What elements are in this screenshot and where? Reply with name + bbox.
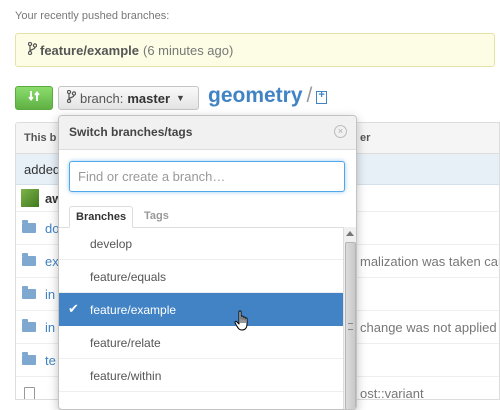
breadcrumb-separator: /: [306, 84, 313, 107]
file-name-link[interactable]: ex: [45, 254, 59, 269]
branch-item-label: feature/example: [90, 303, 177, 317]
chevron-down-icon: ▼: [176, 93, 185, 103]
tab-tags[interactable]: Tags: [138, 206, 175, 227]
new-file-icon[interactable]: [316, 89, 328, 104]
file-name-link[interactable]: in: [45, 287, 55, 302]
file-icon: [24, 387, 35, 399]
branch-selector-button[interactable]: branch: master ▼: [58, 86, 199, 110]
folder-icon: [22, 220, 36, 233]
branch-icon: [66, 89, 77, 106]
file-name-link[interactable]: in: [45, 320, 55, 335]
file-commit-message: ost::variant: [360, 386, 424, 400]
scrollbar-thumb[interactable]: [345, 242, 356, 409]
branch-item-feature-example[interactable]: ✔ feature/example: [59, 293, 343, 326]
folder-icon: [22, 319, 36, 332]
branch-item-develop[interactable]: develop: [59, 227, 343, 260]
latest-commit-message: added: [24, 162, 61, 177]
file-commit-message: malization was taken care: [360, 254, 500, 269]
branch-icon: [27, 41, 38, 58]
folder-icon: [22, 286, 36, 299]
branch-selector-value: master: [127, 90, 171, 106]
file-name-link[interactable]: te: [45, 353, 56, 368]
branch-selector-label: branch:: [80, 90, 124, 106]
tab-branches[interactable]: Branches: [69, 206, 134, 228]
branch-item-label: feature/relate: [90, 336, 161, 350]
branch-item-feature-relate[interactable]: feature/relate: [59, 326, 343, 359]
compare-button[interactable]: [15, 86, 53, 110]
recent-branch-link[interactable]: feature/example: [40, 43, 139, 58]
branch-item-label: feature/equals: [90, 270, 167, 284]
recent-branches-heading: Your recently pushed branches:: [15, 10, 170, 22]
scroll-up-arrow-icon[interactable]: [346, 231, 354, 236]
branch-item-feature-equals[interactable]: feature/equals: [59, 260, 343, 293]
dropdown-header: Switch branches/tags ×: [59, 116, 356, 150]
dropdown-title: Switch branches/tags: [69, 125, 193, 139]
branch-list-scrollbar[interactable]: [343, 227, 356, 409]
file-table-header-left: This b: [24, 132, 57, 144]
avatar: [21, 189, 39, 207]
checkmark-icon: ✔: [68, 301, 79, 316]
file-commit-message: change was not applied b: [360, 320, 500, 335]
repo-name-link[interactable]: geometry: [208, 84, 303, 108]
branch-filter-input[interactable]: [69, 161, 345, 192]
branch-switcher-dropdown: Switch branches/tags × Branches Tags dev…: [58, 115, 357, 410]
recent-branch-time: (6 minutes ago): [143, 42, 234, 58]
dropdown-tabs: Branches Tags: [59, 202, 356, 228]
folder-icon: [22, 253, 36, 266]
branch-item-label: develop: [90, 237, 133, 251]
branch-item-label: feature/within: [90, 369, 162, 383]
hand-pointer-cursor-icon: [234, 310, 252, 332]
folder-icon: [22, 352, 36, 365]
recent-branch-banner: feature/example (6 minutes ago): [15, 33, 495, 67]
file-table-header-right: er: [360, 132, 371, 144]
branch-list: develop feature/equals ✔ feature/example…: [59, 227, 343, 392]
branch-item-feature-within[interactable]: feature/within: [59, 359, 343, 392]
repo-breadcrumb: geometry /: [208, 84, 328, 108]
close-icon[interactable]: ×: [334, 125, 347, 138]
compare-icon: [27, 89, 41, 108]
